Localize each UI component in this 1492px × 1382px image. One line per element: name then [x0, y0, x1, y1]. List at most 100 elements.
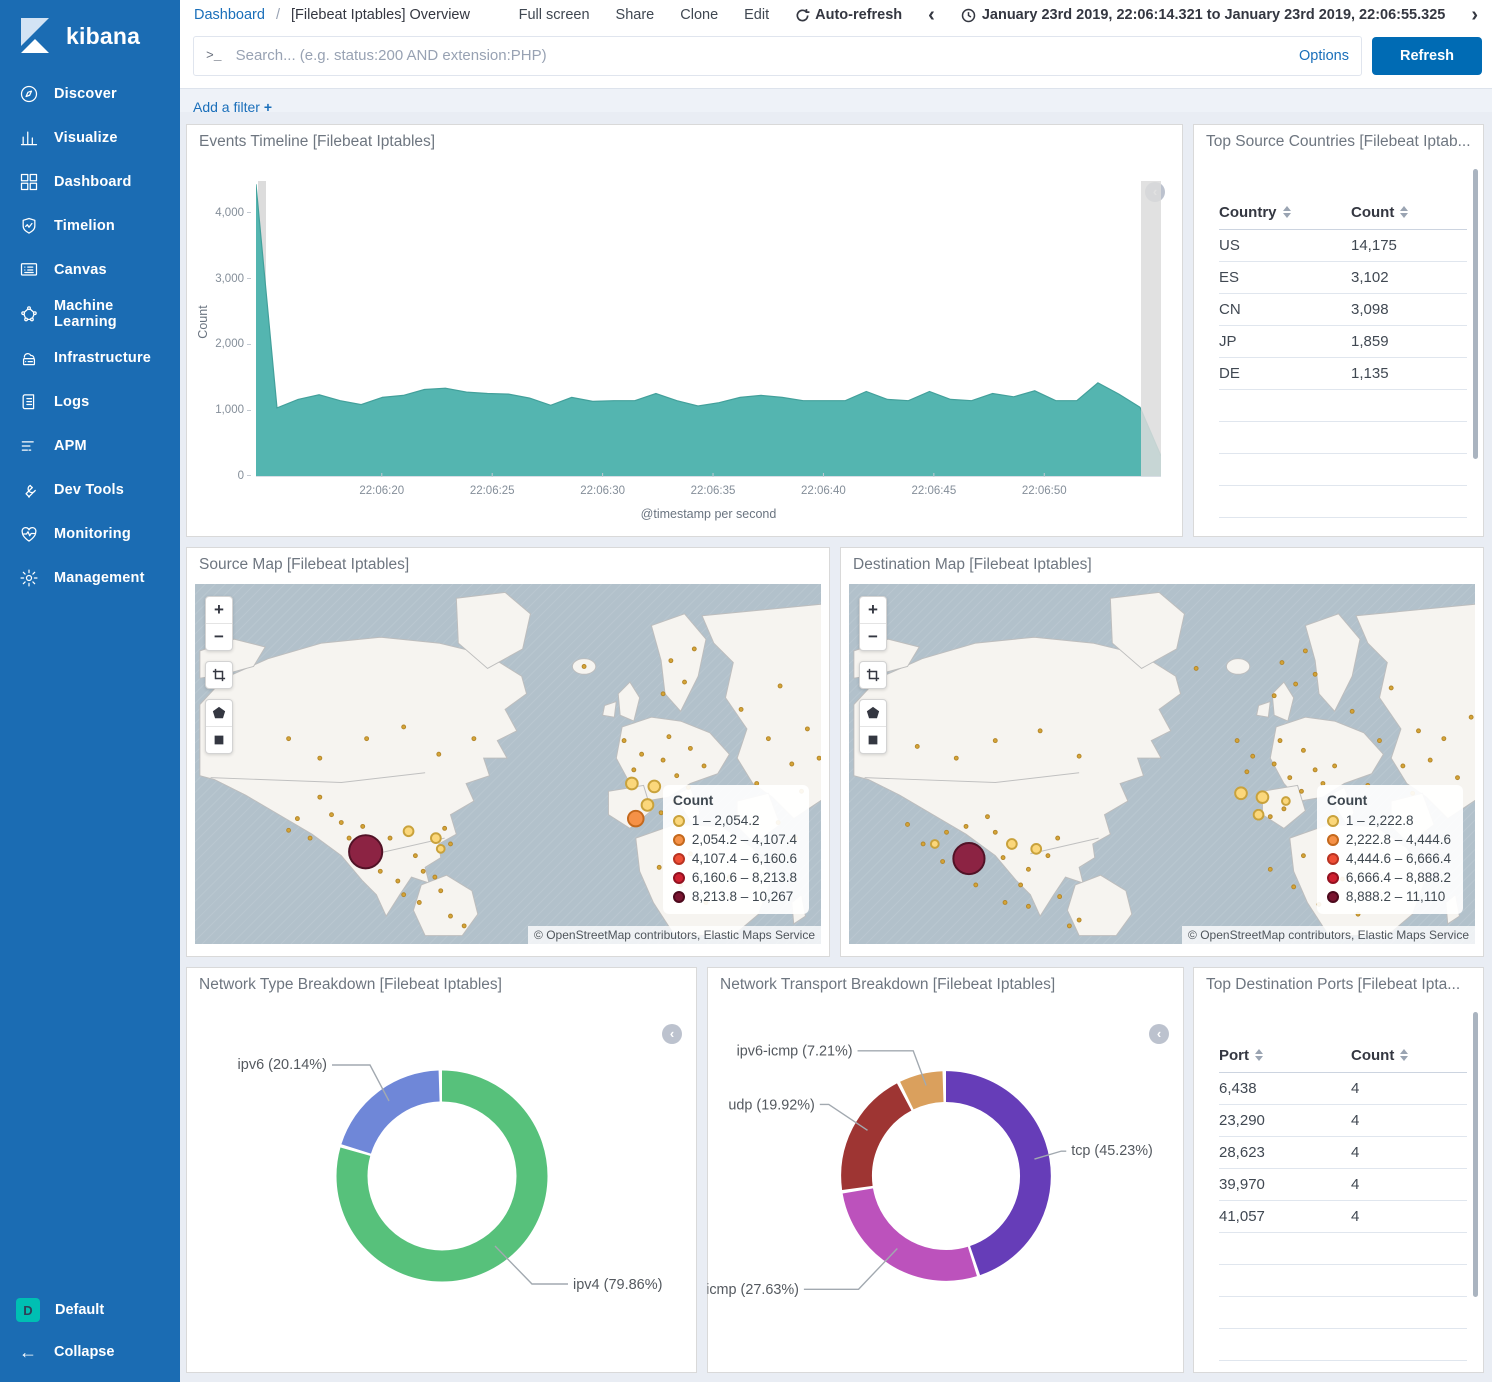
map-point[interactable] [1254, 810, 1264, 820]
map-point[interactable] [287, 828, 291, 832]
map-point[interactable] [1288, 776, 1292, 780]
sidebar-item-apm[interactable]: APM [0, 424, 180, 468]
sidebar-item-dashboard[interactable]: Dashboard [0, 160, 180, 204]
column-header-count[interactable]: Count [1351, 1047, 1467, 1064]
map-point[interactable] [964, 824, 968, 828]
map-point[interactable] [318, 756, 322, 760]
map-point[interactable] [361, 824, 365, 828]
map-point[interactable] [439, 889, 443, 893]
map-point[interactable] [632, 768, 636, 772]
map-point[interactable] [472, 737, 476, 741]
map-point[interactable] [1282, 807, 1286, 811]
map-point[interactable] [657, 865, 661, 869]
map-draw-rectangle-button[interactable] [206, 726, 232, 753]
map-point[interactable] [413, 854, 417, 858]
events-timeline-area-chart[interactable] [256, 181, 1161, 477]
sidebar-item-devtools[interactable]: Dev Tools [0, 468, 180, 512]
kibana-logo[interactable]: kibana [0, 0, 180, 66]
sidebar-collapse-button[interactable]: ← Collapse [0, 1332, 180, 1372]
map-point[interactable] [388, 836, 392, 840]
column-header-count[interactable]: Count [1351, 204, 1467, 221]
map-point[interactable] [349, 835, 382, 868]
map-point[interactable] [582, 665, 586, 669]
map-point[interactable] [1026, 904, 1030, 908]
map-point[interactable] [642, 799, 654, 811]
sidebar-item-monitoring[interactable]: Monitoring [0, 512, 180, 556]
map-point[interactable] [396, 879, 400, 883]
map-point[interactable] [702, 764, 706, 768]
map-point[interactable] [1031, 844, 1041, 854]
map-zoom-in-button[interactable]: + [206, 597, 232, 623]
map-point[interactable] [449, 842, 453, 846]
map-point[interactable] [1268, 867, 1272, 871]
map-point[interactable] [1278, 739, 1282, 743]
map-point[interactable] [417, 901, 421, 905]
area-series[interactable] [256, 184, 1161, 477]
map-point[interactable] [778, 684, 782, 688]
map-point[interactable] [1350, 709, 1354, 713]
search-input[interactable] [234, 46, 1289, 65]
map-point[interactable] [1019, 883, 1023, 887]
map-point[interactable] [404, 826, 414, 836]
breadcrumb-dashboard-link[interactable]: Dashboard [194, 7, 265, 23]
map-point[interactable] [431, 833, 441, 843]
menu-edit[interactable]: Edit [744, 7, 769, 23]
column-header-country[interactable]: Country [1219, 204, 1351, 221]
destination-map[interactable]: + − Count 1 – 2,222.82,222.8 – 4,444.64,… [849, 584, 1475, 944]
map-point[interactable] [915, 744, 919, 748]
map-point[interactable] [1292, 885, 1296, 889]
time-range-picker[interactable]: January 23rd 2019, 22:06:14.321 to Janua… [961, 7, 1446, 23]
map-point[interactable] [295, 817, 299, 821]
map-point[interactable] [402, 893, 406, 897]
time-back-chevron[interactable]: ‹ [928, 5, 935, 25]
sidebar-item-ml[interactable]: Machine Learning [0, 292, 180, 336]
map-point[interactable] [790, 762, 794, 766]
map-point[interactable] [1428, 758, 1432, 762]
sidebar-item-infrastructure[interactable]: Infrastructure [0, 336, 180, 380]
map-point[interactable] [683, 680, 687, 684]
menu-share[interactable]: Share [616, 7, 655, 23]
map-point[interactable] [402, 725, 406, 729]
map-point[interactable] [661, 692, 665, 696]
map-point[interactable] [1280, 661, 1284, 665]
sidebar-item-visualize[interactable]: Visualize [0, 116, 180, 160]
map-point[interactable] [1003, 901, 1007, 905]
map-point[interactable] [1067, 924, 1071, 928]
sidebar-item-management[interactable]: Management [0, 556, 180, 600]
map-point[interactable] [626, 778, 638, 790]
map-point[interactable] [1038, 729, 1042, 733]
network-type-donut-chart[interactable]: ipv4 (79.86%)ipv6 (20.14%) [202, 1008, 682, 1338]
map-zoom-out-button[interactable]: − [206, 623, 232, 650]
map-point[interactable] [661, 758, 665, 762]
map-point[interactable] [1056, 836, 1060, 840]
map-point[interactable] [1235, 787, 1247, 799]
menu-full-screen[interactable]: Full screen [519, 7, 590, 23]
time-forward-chevron[interactable]: › [1471, 5, 1478, 25]
map-point[interactable] [1058, 895, 1062, 899]
map-point[interactable] [287, 737, 291, 741]
map-point[interactable] [1333, 764, 1337, 768]
map-draw-polygon-button[interactable] [206, 700, 232, 726]
map-point[interactable] [1077, 754, 1081, 758]
map-point[interactable] [1257, 791, 1269, 803]
map-point[interactable] [433, 875, 437, 879]
map-point[interactable] [667, 735, 671, 739]
map-draw-rectangle-button[interactable] [860, 726, 886, 753]
map-point[interactable] [921, 842, 925, 846]
map-point[interactable] [931, 840, 939, 848]
map-point[interactable] [1251, 754, 1255, 758]
map-point[interactable] [449, 914, 453, 918]
map-point[interactable] [421, 869, 425, 873]
map-point[interactable] [993, 830, 997, 834]
map-point[interactable] [378, 869, 382, 873]
map-point[interactable] [953, 843, 984, 874]
map-point[interactable] [318, 795, 322, 799]
sidebar-item-logs[interactable]: Logs [0, 380, 180, 424]
map-point[interactable] [1268, 815, 1272, 819]
map-point[interactable] [1301, 748, 1305, 752]
table-scrollbar[interactable] [1473, 1012, 1478, 1297]
map-point[interactable] [1417, 729, 1421, 733]
map-point[interactable] [817, 756, 821, 760]
auto-refresh-button[interactable]: Auto-refresh [795, 7, 902, 23]
map-point[interactable] [1294, 682, 1298, 686]
